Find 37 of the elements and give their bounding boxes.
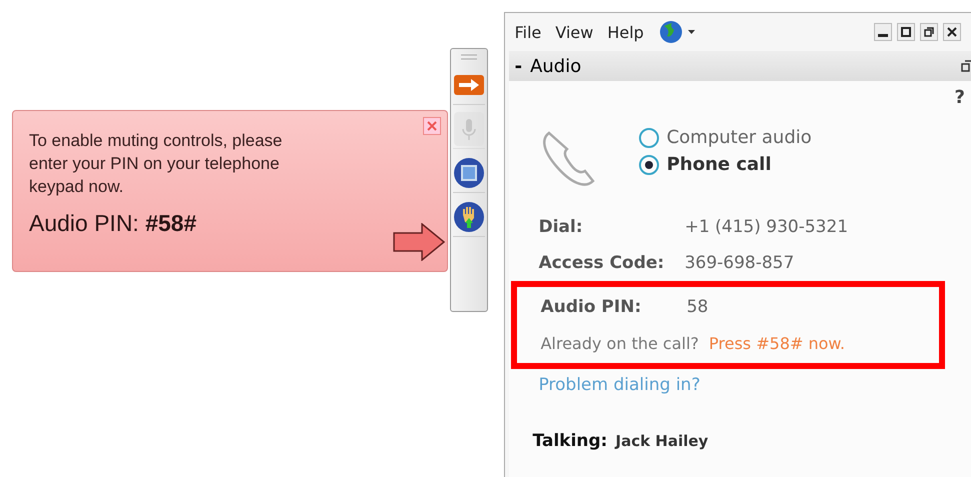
maximize-button[interactable] — [897, 23, 915, 41]
minimize-button[interactable] — [874, 23, 892, 41]
menu-item[interactable]: Help — [607, 22, 644, 42]
callout-message: To enable muting controls, please enter your PIN on your telephone keypad now. — [29, 130, 284, 198]
talking-name: Jack Hailey — [615, 432, 708, 450]
close-icon — [426, 121, 437, 131]
collapse-toggle[interactable]: - — [514, 56, 522, 76]
arrow-icon — [392, 223, 445, 261]
panel-title: Audio — [530, 56, 582, 76]
stop-icon — [452, 156, 485, 188]
field-value: +1 (415) 930-5321 — [684, 217, 848, 237]
pin-instruction: Press #58# now. — [708, 334, 845, 352]
pin-question: Already on the call? — [540, 334, 699, 352]
field-label: Audio PIN: — [540, 297, 642, 317]
globe-dropdown-icon[interactable] — [658, 20, 698, 44]
minimize-icon — [878, 34, 888, 36]
close-icon — [947, 27, 957, 37]
radio-button[interactable] — [638, 154, 659, 174]
raise-hand-icon — [452, 200, 485, 232]
popout-icon[interactable] — [961, 60, 971, 72]
audio-option[interactable]: Computer audio — [638, 127, 812, 148]
talking-label: Talking: — [532, 431, 608, 451]
field-value: 369-698-857 — [684, 253, 794, 273]
menu-item[interactable]: File — [514, 22, 542, 42]
maximize-icon — [901, 27, 911, 37]
menu-item[interactable]: View — [555, 22, 594, 42]
field-value: 58 — [686, 297, 708, 317]
close-button[interactable] — [943, 23, 961, 41]
restore-button[interactable] — [920, 23, 938, 41]
callout-pin: Audio PIN: #58# — [29, 210, 198, 237]
field-label: Dial: — [538, 217, 584, 237]
audio-option[interactable]: Phone call — [638, 154, 812, 175]
help-button[interactable]: ? — [954, 87, 965, 108]
grip-icon[interactable] — [458, 53, 479, 61]
restore-icon — [924, 27, 934, 37]
radio-button[interactable] — [638, 128, 659, 148]
field-label: Access Code: — [538, 253, 666, 273]
